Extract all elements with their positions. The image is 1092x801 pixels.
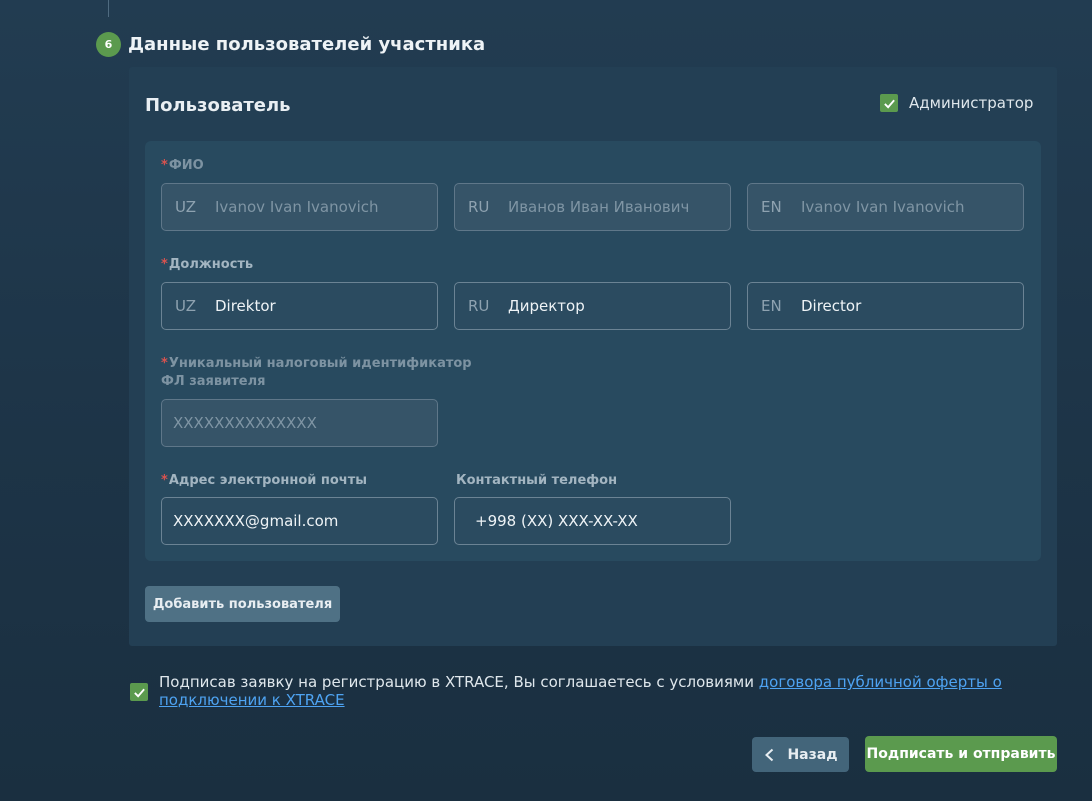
- fio-uz-input[interactable]: UZ Ivanov Ivan Ivanovich: [161, 183, 438, 231]
- fio-ru-input[interactable]: RU Иванов Иван Иванович: [454, 183, 731, 231]
- required-mark: *: [161, 158, 168, 173]
- user-fields-panel: *ФИО UZ Ivanov Ivan Ivanovich RU Иванов …: [145, 141, 1041, 561]
- position-label: *Должность: [161, 257, 254, 272]
- agreement-text: Подписав заявку на регистрацию в XTRACE,…: [159, 673, 1002, 709]
- phone-input[interactable]: +998 (XX) XXX-XX-XX: [454, 497, 731, 545]
- step-number-badge: 6: [96, 32, 121, 57]
- lang-prefix: EN: [761, 297, 782, 315]
- tin-input[interactable]: XXXXXXXXXXXXXX: [161, 399, 438, 447]
- back-button[interactable]: Назад: [752, 737, 849, 772]
- lang-prefix: EN: [761, 198, 782, 216]
- position-ru-input[interactable]: RU Директор: [454, 282, 731, 330]
- email-input[interactable]: XXXXXXX@gmail.com: [161, 497, 438, 545]
- check-icon: [133, 688, 145, 698]
- step-title: Данные пользователей участника: [128, 34, 486, 55]
- back-button-label: Назад: [787, 746, 838, 763]
- tin-label: *Уникальный налоговый идентификатор ФЛ з…: [161, 356, 472, 389]
- chevron-left-icon: [765, 748, 774, 761]
- agreement-checkbox[interactable]: [130, 683, 148, 701]
- lang-prefix: UZ: [175, 198, 196, 216]
- position-uz-input[interactable]: UZ Direktor: [161, 282, 438, 330]
- user-card-title: Пользователь: [145, 95, 291, 116]
- phone-label: Контактный телефон: [456, 473, 618, 488]
- agreement-row: Подписав заявку на регистрацию в XTRACE,…: [130, 673, 1050, 709]
- step-header: 6 Данные пользователей участника: [96, 32, 485, 57]
- fio-label: *ФИО: [161, 158, 204, 173]
- lang-prefix: RU: [468, 297, 490, 315]
- sign-and-submit-button[interactable]: Подписать и отправить: [865, 736, 1057, 772]
- lang-prefix: RU: [468, 198, 490, 216]
- position-en-input[interactable]: EN Director: [747, 282, 1024, 330]
- email-label: *Адрес электронной почты: [161, 473, 368, 488]
- required-mark: *: [161, 257, 168, 272]
- required-mark: *: [161, 473, 168, 488]
- admin-checkbox-label: Администратор: [909, 94, 1034, 112]
- fio-en-input[interactable]: EN Ivanov Ivan Ivanovich: [747, 183, 1024, 231]
- checkbox-checked-icon[interactable]: [880, 94, 898, 112]
- admin-checkbox[interactable]: Администратор: [880, 94, 1033, 112]
- lang-prefix: UZ: [175, 297, 196, 315]
- required-mark: *: [161, 356, 168, 371]
- user-card: Пользователь Администратор *ФИО UZ Ivano…: [129, 67, 1057, 646]
- add-user-button[interactable]: Добавить пользователя: [145, 586, 340, 622]
- timeline-connector: [108, 0, 109, 17]
